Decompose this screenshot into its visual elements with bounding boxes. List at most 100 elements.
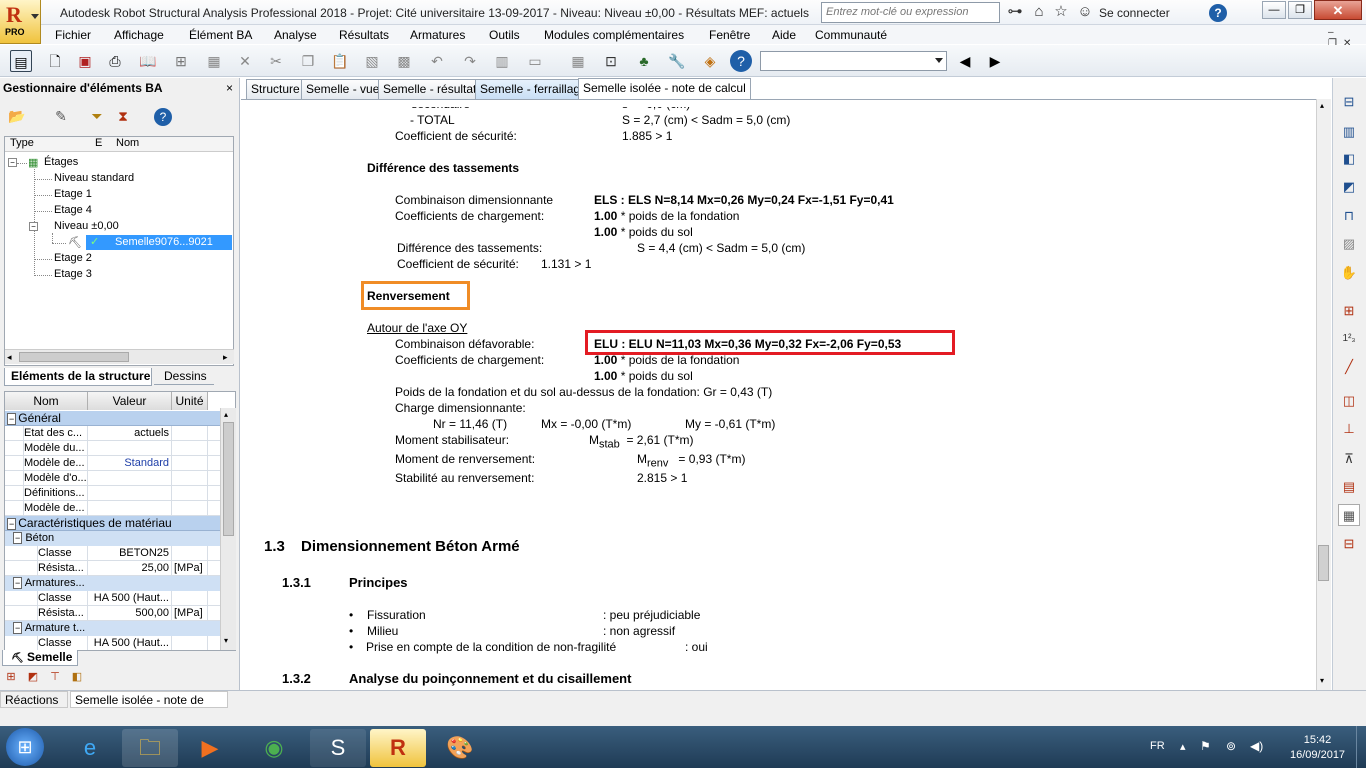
folder-icon[interactable]: 📂 bbox=[6, 105, 28, 127]
reinforcement-icon[interactable]: ▦ bbox=[1338, 504, 1360, 526]
tab-semelle-resultats[interactable]: Semelle - résultats bbox=[378, 79, 488, 99]
skype-icon[interactable]: S bbox=[310, 729, 366, 767]
edit-icon[interactable]: ✎ bbox=[50, 105, 72, 127]
tab-semelle-vue[interactable]: Semelle - vue bbox=[301, 79, 385, 99]
menu-analyse[interactable]: Analyse bbox=[274, 28, 317, 42]
menu-communaute[interactable]: Communauté bbox=[815, 28, 887, 42]
menu-armatures[interactable]: Armatures bbox=[410, 28, 465, 42]
book-icon[interactable]: 📖 bbox=[137, 50, 159, 72]
internet-explorer-icon[interactable]: e bbox=[62, 729, 118, 767]
tree-item-niveau-standard[interactable]: Niveau standard bbox=[54, 172, 134, 184]
media-player-icon[interactable]: ▶ bbox=[182, 729, 238, 767]
grid-vscrollbar[interactable]: ▴ ▾ bbox=[220, 408, 236, 650]
menu-aide[interactable]: Aide bbox=[772, 28, 796, 42]
paste-icon[interactable]: 📋 bbox=[329, 50, 351, 72]
wrench-icon[interactable]: 🔧 bbox=[666, 50, 688, 72]
grid-col-name[interactable]: Nom bbox=[5, 392, 88, 410]
scroll-up-icon[interactable]: ▴ bbox=[224, 410, 228, 419]
paint-icon[interactable]: 🎨 bbox=[432, 729, 488, 767]
calc-note-icon[interactable]: ⊡ bbox=[600, 50, 622, 72]
print-icon[interactable]: ⎙ bbox=[104, 50, 126, 72]
status-document[interactable]: Semelle isolée - note de calcul bbox=[70, 691, 228, 723]
tree-item-etage-2[interactable]: Etage 2 bbox=[54, 252, 92, 264]
tray-expand-icon[interactable]: ▴ bbox=[1180, 740, 1186, 753]
ground-icon[interactable]: ▤ bbox=[1338, 476, 1360, 498]
hand-icon[interactable]: ✋ bbox=[1338, 262, 1360, 284]
scroll-down-icon[interactable]: ▾ bbox=[224, 636, 228, 645]
menu-outils[interactable]: Outils bbox=[489, 28, 520, 42]
beam-icon[interactable]: ⊟ bbox=[1338, 91, 1360, 113]
image-icon[interactable]: ▩ bbox=[393, 50, 415, 72]
menu-resultats[interactable]: Résultats bbox=[339, 28, 389, 42]
scroll-thumb[interactable] bbox=[19, 352, 129, 362]
mesh-icon[interactable]: ⊞ bbox=[1338, 300, 1360, 322]
robot-taskbar-icon[interactable]: R bbox=[370, 729, 426, 767]
grid-row[interactable]: Classe BETON25 bbox=[5, 546, 220, 561]
new-document-icon[interactable]: 🗋 bbox=[44, 50, 66, 72]
cut-icon[interactable]: ✂ bbox=[265, 50, 287, 72]
status-reactions[interactable]: Réactions bbox=[0, 691, 68, 708]
grid-row[interactable]: Classe HA 500 (Haut... bbox=[5, 591, 220, 606]
load-icon[interactable]: ⊼ bbox=[1338, 448, 1360, 470]
collapse-icon[interactable]: − bbox=[29, 222, 38, 231]
menu-element-ba[interactable]: Élément BA bbox=[189, 28, 252, 42]
tree-item-etage-1[interactable]: Etage 1 bbox=[54, 188, 92, 200]
tab-semelle[interactable]: ⛏ Semelle bbox=[2, 650, 78, 666]
grid-subsection[interactable]: − Béton bbox=[5, 531, 220, 546]
save-icon[interactable]: ▣ bbox=[74, 50, 96, 72]
tree-col-e[interactable]: E bbox=[95, 137, 102, 149]
tree-col-type[interactable]: Type bbox=[10, 137, 34, 149]
grid-row[interactable]: Définitions... bbox=[5, 486, 220, 501]
slab-icon[interactable]: ◧ bbox=[1338, 148, 1360, 170]
flag-icon[interactable]: ⚑ bbox=[1200, 739, 1211, 753]
filter-icon[interactable]: ⏷ bbox=[86, 105, 108, 127]
network-icon[interactable]: ⊚ bbox=[1226, 739, 1236, 753]
grid-section[interactable]: − Caractéristiques de matériau bbox=[5, 516, 220, 531]
tool-3-icon[interactable]: ⊤ bbox=[46, 668, 64, 686]
close-window-button[interactable]: ✕ bbox=[1314, 0, 1362, 20]
tab-drawings[interactable]: Dessins bbox=[154, 368, 214, 385]
help-icon[interactable]: ? bbox=[1209, 4, 1227, 22]
arrow-left-icon[interactable]: ◀ bbox=[954, 50, 976, 72]
scroll-up-icon[interactable]: ▴ bbox=[1320, 101, 1324, 110]
tab-structure-elements[interactable]: Eléments de la structure bbox=[4, 368, 152, 386]
menu-affichage[interactable]: Affichage bbox=[114, 28, 164, 42]
menu-fenetre[interactable]: Fenêtre bbox=[709, 28, 750, 42]
grid-subsection[interactable]: − Armatures... bbox=[5, 576, 220, 591]
sign-in-link[interactable]: Se connecter bbox=[1099, 6, 1170, 20]
clear-filter-icon[interactable]: ⧗ bbox=[112, 105, 134, 127]
help-icon[interactable]: ? bbox=[154, 108, 172, 126]
show-desktop-button[interactable] bbox=[1356, 726, 1366, 768]
tool-1-icon[interactable]: ⊞ bbox=[2, 668, 20, 686]
grid-subsection[interactable]: − Armature t... bbox=[5, 621, 220, 636]
tree-item-storeys[interactable]: Étages bbox=[44, 156, 78, 168]
user-icon[interactable]: ☺ bbox=[1076, 3, 1094, 21]
search-input[interactable]: Entrez mot-clé ou expression bbox=[821, 2, 1000, 23]
copy-icon[interactable]: ▦ bbox=[203, 50, 225, 72]
close-icon[interactable]: × bbox=[226, 81, 233, 95]
grid-row[interactable]: Etat des c... actuels bbox=[5, 426, 220, 441]
tab-semelle-ferraillage[interactable]: Semelle - ferraillage bbox=[475, 79, 592, 99]
grid-section[interactable]: − Général bbox=[5, 411, 220, 426]
tree-item-etage-3[interactable]: Etage 3 bbox=[54, 268, 92, 280]
scroll-thumb[interactable] bbox=[223, 422, 234, 536]
grid-col-unit[interactable]: Unité bbox=[172, 392, 208, 410]
pile-icon[interactable]: ⊟ bbox=[1338, 533, 1360, 555]
footing-tool-icon[interactable]: ⊓ bbox=[1338, 205, 1360, 227]
document-vscrollbar[interactable] bbox=[1316, 99, 1331, 690]
menu-fichier[interactable]: Fichier bbox=[55, 28, 91, 42]
grid-icon[interactable]: ▦ bbox=[567, 50, 589, 72]
arrow-right-icon[interactable]: ▶ bbox=[984, 50, 1006, 72]
binoculars-icon[interactable]: ⊶ bbox=[1006, 3, 1024, 21]
paste-special-icon[interactable]: ▧ bbox=[361, 50, 383, 72]
document-scroll-thumb[interactable] bbox=[1318, 545, 1329, 581]
tree-col-name[interactable]: Nom bbox=[116, 137, 139, 149]
preview-icon[interactable]: ▭ bbox=[524, 50, 546, 72]
tree-icon[interactable]: ♣ bbox=[633, 50, 655, 72]
start-button[interactable]: ⊞ bbox=[6, 728, 44, 766]
tree-hscrollbar[interactable]: ◂ ▸ bbox=[5, 349, 234, 364]
table-icon[interactable]: ▥ bbox=[491, 50, 513, 72]
language-indicator[interactable]: FR bbox=[1150, 740, 1165, 752]
grid-row[interactable]: Résista... 500,00 [MPa] bbox=[5, 606, 220, 621]
tree-item-etage-4[interactable]: Etage 4 bbox=[54, 204, 92, 216]
